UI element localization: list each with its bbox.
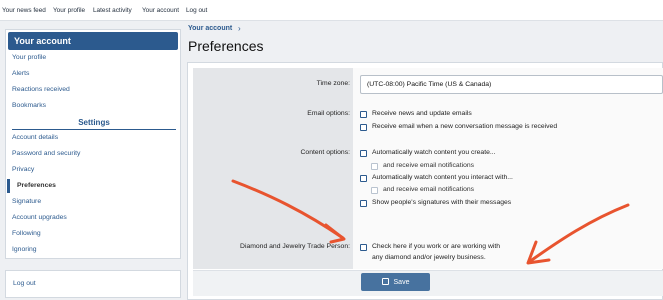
- annotation-arrows: [231, 179, 630, 265]
- annotation-arrow-left-head: [324, 223, 346, 244]
- annotation-arrow-right: [527, 203, 630, 264]
- annotation-arrow-left: [231, 179, 345, 240]
